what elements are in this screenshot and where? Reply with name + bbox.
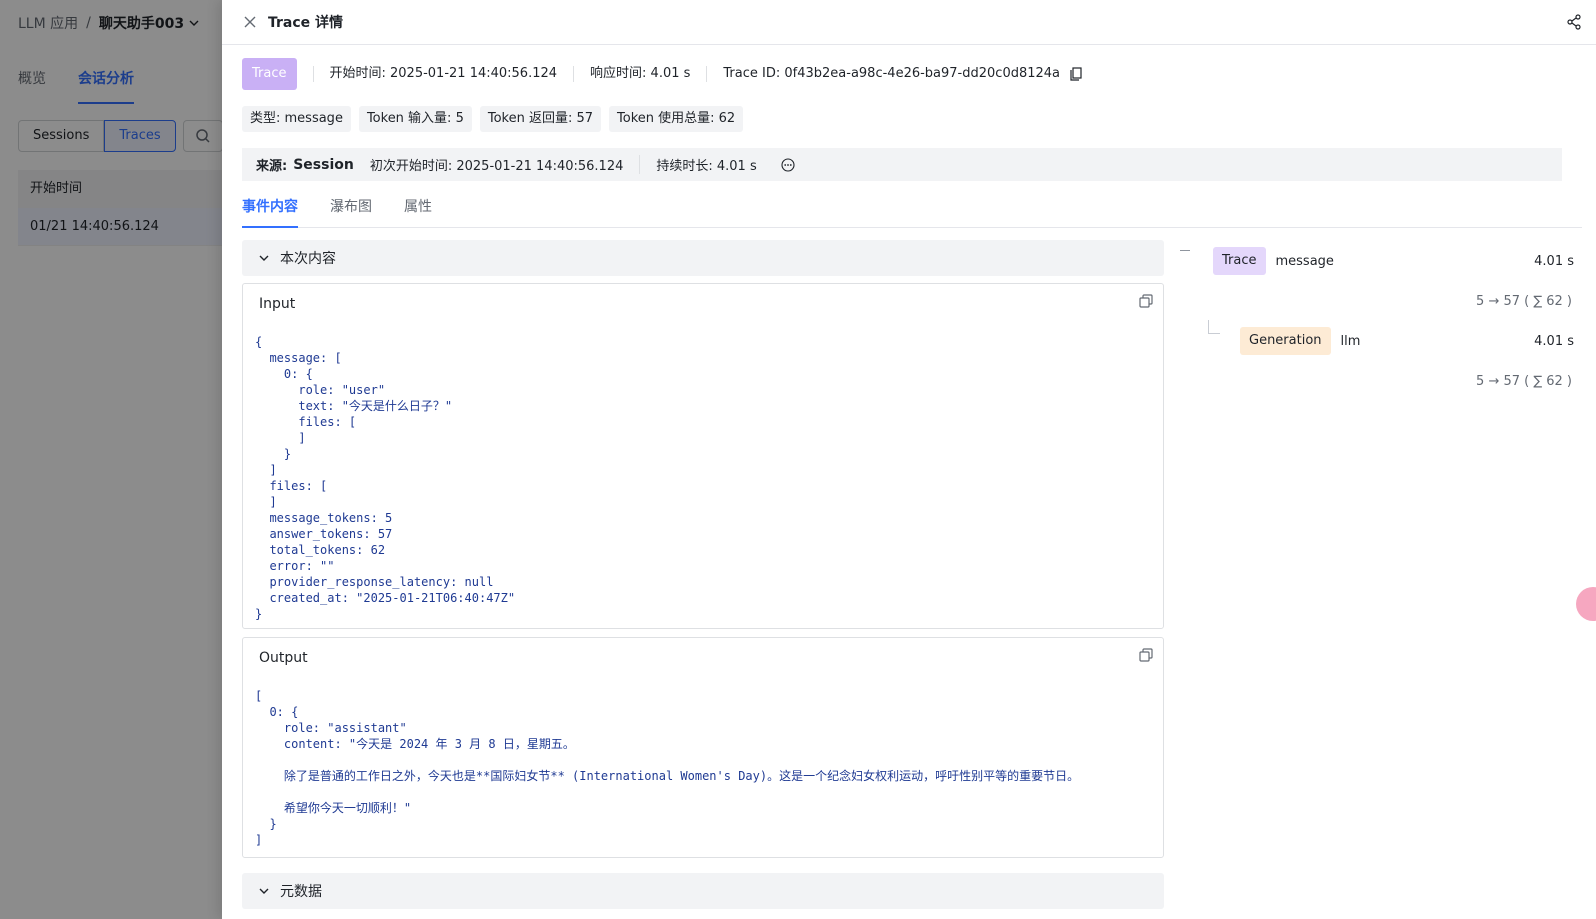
generation-node-tokens: 5 → 57 ( ∑ 62 ) [1476,374,1572,389]
source-value[interactable]: Session [293,157,354,173]
code-line: role: "assistant" [255,721,407,735]
code-line: files: [ [255,479,328,493]
trace-node-tokens: 5 → 57 ( ∑ 62 ) [1476,294,1572,309]
code-line: error: "" [255,559,335,573]
trace-node-name: message [1275,253,1334,269]
collapse-icon[interactable] [1180,250,1190,251]
code-line: total_tokens: 62 [255,543,386,557]
trace-id: Trace ID: 0f43b2ea-a98c-4e26-ba97-dd20c0… [706,66,1098,82]
detail-tabs: 事件内容 瀑布图 属性 [242,188,1582,228]
code-line: role: "user" [255,383,386,397]
trace-id-text: Trace ID: 0f43b2ea-a98c-4e26-ba97-dd20c0… [723,66,1061,81]
drawer-title: Trace 详情 [268,15,344,31]
code-line: 0: { [255,367,313,381]
generation-node-name: llm [1340,333,1361,349]
code-line: content: "今天是 2024 年 3 月 8 日，星期五。 [255,737,575,751]
trace-detail-drawer: Trace 详情 Trace 开始时间: 2025-01-21 14:40:56… [222,0,1596,919]
more-icon[interactable] [781,157,795,172]
input-tokens-badge: Token 输入量: 5 [358,106,472,132]
type-badge: 类型: message [242,106,351,132]
copy-icon[interactable] [1139,294,1153,308]
section-title: 元数据 [280,884,322,900]
code-line: answer_tokens: 57 [255,527,393,541]
trace-type-tag: Trace [242,58,297,90]
code-line: created_at: "2025-01-21T06:40:47Z" [255,591,516,605]
response-time: 响应时间: 4.01 s [573,66,706,82]
trace-info-row: Trace 开始时间: 2025-01-21 14:40:56.124 响应时间… [242,58,1098,90]
chevron-down-icon [259,255,269,261]
source-bar: 来源: Session 初次开始时间: 2025-01-21 14:40:56.… [242,148,1562,181]
tab-event-content[interactable]: 事件内容 [242,188,298,228]
code-line: ] [255,495,277,509]
code-line: } [255,817,277,831]
copy-icon[interactable] [1139,648,1153,662]
share-icon[interactable] [1566,14,1582,30]
tab-waterfall[interactable]: 瀑布图 [330,188,372,227]
source-label: 来源: [256,159,288,174]
code-line: provider_response_latency: null [255,575,494,589]
generation-node-tag: Generation [1240,327,1331,355]
code-line: } [255,447,292,461]
code-line: ] [255,431,306,445]
code-line: [ [255,689,263,703]
assistant-float-button[interactable] [1576,587,1596,621]
total-tokens-badge: Token 使用总量: 62 [609,106,744,132]
output-json-viewer: [ 0: { role: "assistant" content: "今天是 2… [243,688,1163,848]
input-panel: Input { message: [ 0: { role: "user" tex… [242,283,1164,629]
code-line: message_tokens: 5 [255,511,393,525]
tree-node-generation[interactable]: Generation llm [1240,327,1360,355]
close-icon[interactable] [242,14,258,30]
output-title: Output [259,650,308,666]
session-duration: 持续时长: 4.01 s [639,155,757,174]
tab-attributes[interactable]: 属性 [404,188,432,227]
start-time: 开始时间: 2025-01-21 14:40:56.124 [312,66,574,82]
generation-node-duration: 4.01 s [1534,334,1574,349]
code-line: files: [ [255,415,357,429]
input-title: Input [259,296,296,312]
output-tokens-badge: Token 返回量: 57 [479,106,602,132]
token-badges: 类型: message Token 输入量: 5 Token 返回量: 57 T… [242,106,744,132]
code-line: message: [ [255,351,342,365]
code-line: ] [255,833,263,847]
code-line: 希望你今天一切顺利！" [255,801,412,815]
chevron-down-icon [259,888,269,894]
tree-node-trace[interactable]: Trace message [1213,247,1334,275]
code-line: 0: { [255,705,299,719]
drawer-header: Trace 详情 [222,0,1596,45]
code-line: 除了是普通的工作日之外，今天也是**国际妇女节** (International… [255,769,1080,783]
input-json-viewer: { message: [ 0: { role: "user" text: "今天… [243,334,1163,622]
tree-branch-line [1208,320,1220,334]
trace-node-tag: Trace [1213,247,1266,275]
code-line: ] [255,463,277,477]
section-title: 本次内容 [280,251,336,267]
section-current-content[interactable]: 本次内容 [242,240,1164,276]
code-line: { [255,335,263,349]
trace-node-duration: 4.01 s [1534,254,1574,269]
first-start-time: 初次开始时间: 2025-01-21 14:40:56.124 [369,159,624,174]
output-panel: Output [ 0: { role: "assistant" content:… [242,637,1164,858]
copy-icon[interactable] [1070,67,1082,81]
section-metadata[interactable]: 元数据 [242,873,1164,909]
code-line: } [255,607,263,621]
code-line: text: "今天是什么日子？" [255,399,453,413]
